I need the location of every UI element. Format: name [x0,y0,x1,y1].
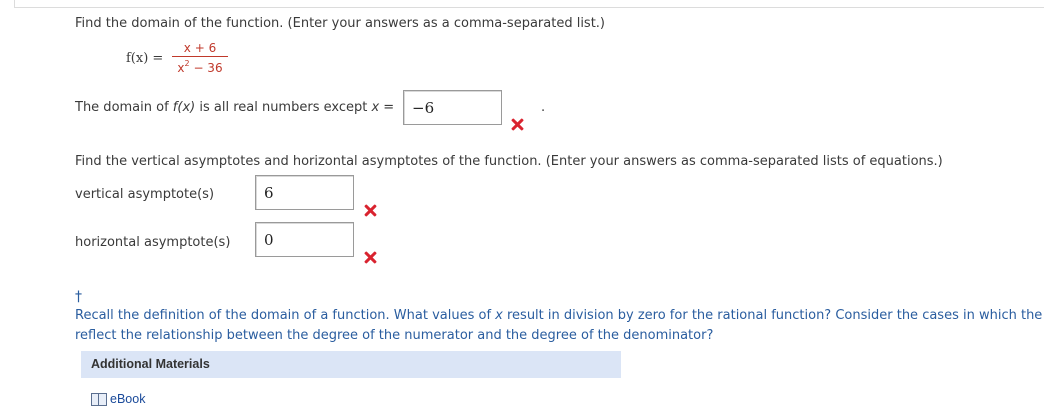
domain-statement: The domain of f(x) is all real numbers e… [75,100,395,115]
vertical-asymptote-input[interactable]: 6 [255,175,354,210]
additional-materials-header: Additional Materials [81,351,621,378]
hint-text-line-1: Recall the definition of the domain of a… [75,308,1043,323]
horizontal-asymptote-label: horizontal asymptote(s) [75,235,231,250]
additional-materials-title: Additional Materials [91,357,210,371]
incorrect-x-icon [364,251,377,264]
incorrect-x-icon [364,204,377,217]
top-border [14,0,1044,8]
ebook-link[interactable]: eBook [91,392,145,406]
asymptote-instruction: Find the vertical asymptotes and horizon… [75,154,943,169]
domain-answer-input[interactable]: −6 [403,90,502,125]
function-fraction: x + 6 x2 − 36 [170,40,230,75]
trailing-period: . [541,100,546,115]
vertical-asymptote-label: vertical asymptote(s) [75,187,215,202]
domain-instruction: Find the domain of the function. (Enter … [75,16,606,31]
hint-text-line-2: reflect the relationship between the deg… [75,328,714,343]
book-icon [91,392,107,406]
horizontal-asymptote-input[interactable]: 0 [255,222,354,257]
incorrect-x-icon [511,118,524,131]
denominator: x2 − 36 [177,59,223,75]
ebook-label[interactable]: eBook [110,392,145,406]
numerator: x + 6 [183,41,217,55]
function-label: f(x) = [126,51,164,66]
hint-dagger: † [75,289,82,305]
